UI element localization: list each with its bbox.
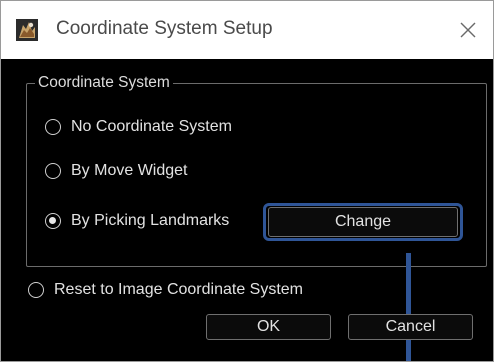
dialog-body: Coordinate System No Coordinate System B…	[1, 59, 493, 361]
annotation-arrow-line	[406, 253, 411, 361]
radio-label: No Coordinate System	[71, 118, 232, 135]
radio-by-move-widget[interactable]: By Move Widget	[45, 161, 245, 183]
radio-label: Reset to Image Coordinate System	[54, 281, 304, 298]
radio-button[interactable]	[45, 119, 61, 135]
ok-button[interactable]: OK	[206, 314, 331, 340]
radio-button[interactable]	[45, 163, 61, 179]
radio-button[interactable]	[28, 282, 44, 298]
radio-button-checked[interactable]	[45, 213, 61, 229]
coordinate-system-setup-dialog: Coordinate System Setup Coordinate Syste…	[0, 0, 494, 362]
window-title: Coordinate System Setup	[56, 18, 273, 39]
cancel-button[interactable]: Cancel	[348, 314, 473, 340]
radio-label: By Move Widget	[71, 162, 188, 179]
radio-by-picking-landmarks[interactable]: By Picking Landmarks	[45, 211, 260, 233]
title-bar[interactable]: Coordinate System Setup	[1, 1, 493, 59]
radio-reset-to-image-coordinate-system[interactable]: Reset to Image Coordinate System	[28, 280, 358, 302]
app-logo-icon	[16, 19, 38, 41]
radio-no-coordinate-system[interactable]: No Coordinate System	[45, 117, 285, 139]
annotation-highlight-box	[263, 203, 463, 241]
coordinate-system-group-title: Coordinate System	[35, 74, 173, 92]
radio-label: By Picking Landmarks	[71, 212, 230, 229]
radio-checked-dot	[49, 217, 56, 224]
close-icon[interactable]	[453, 15, 483, 45]
